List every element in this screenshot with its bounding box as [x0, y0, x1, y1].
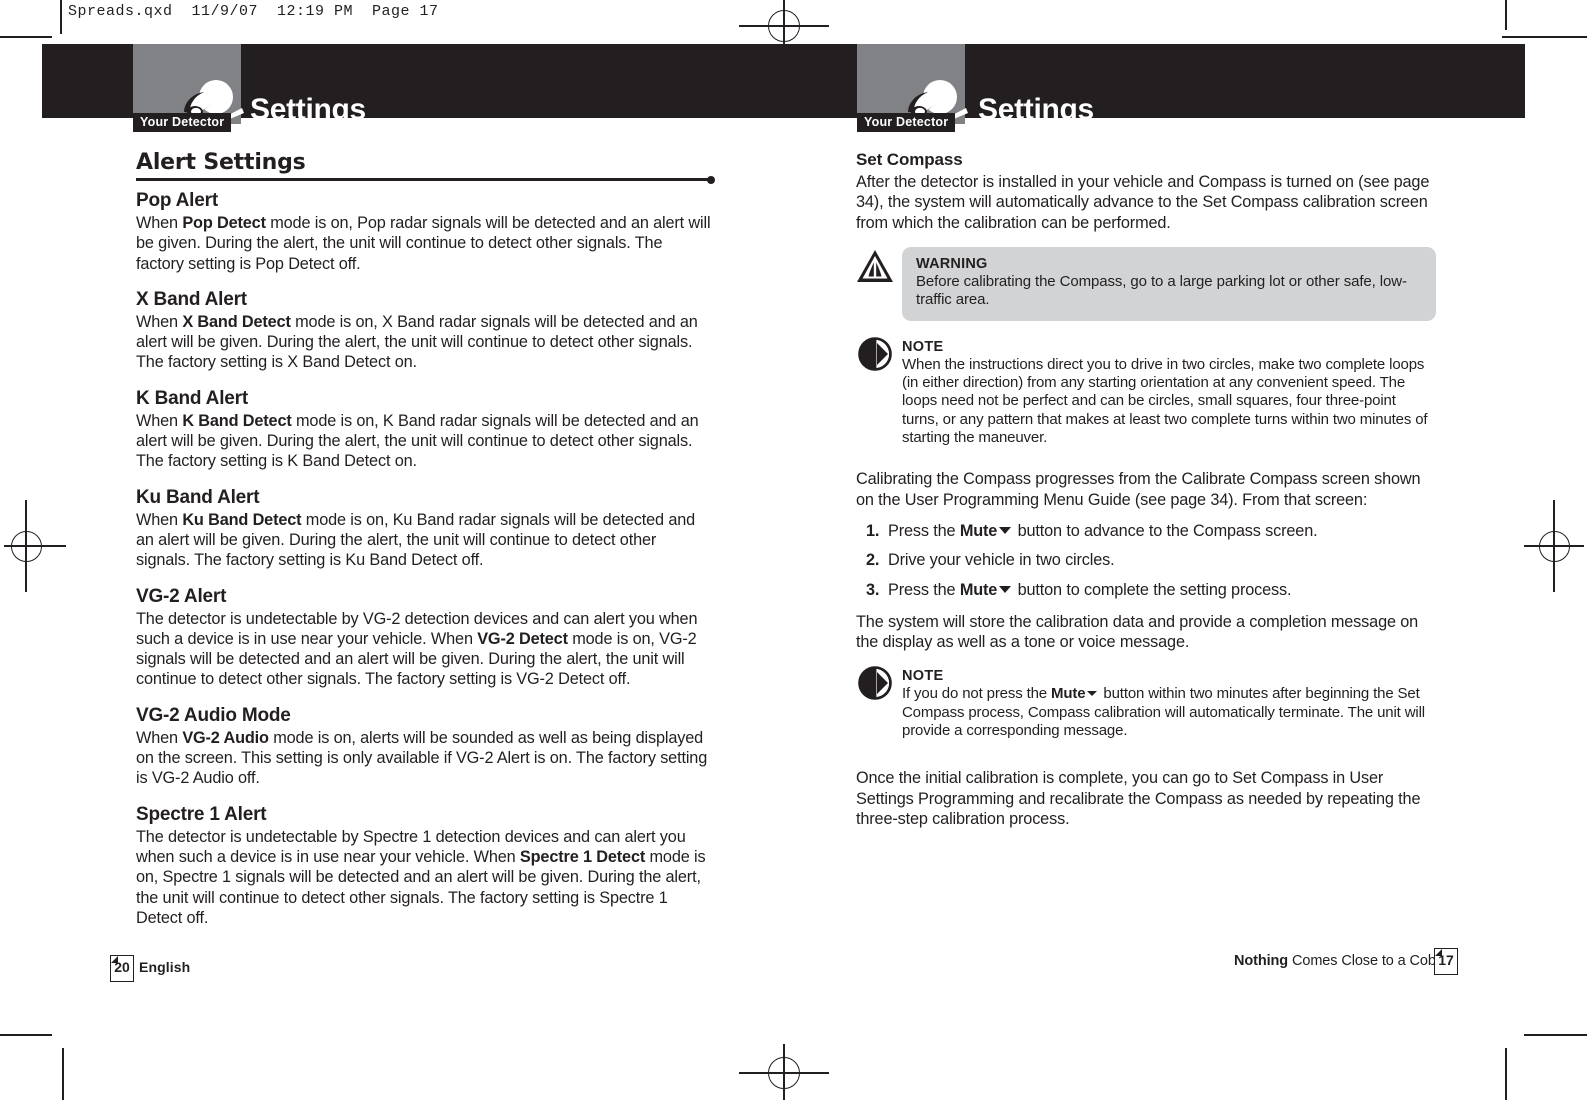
printer-slug-line: Spreads.qxd 11/9/07 12:19 PM Page 17 — [68, 3, 439, 20]
emphasis-text: Mute — [959, 580, 998, 599]
step-number: 2. — [866, 551, 880, 570]
document-spread: Spreads.qxd 11/9/07 12:19 PM Page 17 You… — [0, 0, 1587, 1100]
emphasis-text: Pop Detect — [182, 214, 266, 232]
crop-mark-br-h — [1524, 1034, 1587, 1036]
warning-triangle-icon — [857, 249, 893, 282]
calibrating-intro-paragraph: Calibrating the Compass progresses from … — [856, 470, 1421, 509]
crop-mark-tr-h — [1502, 36, 1587, 38]
left-page-number: 20 — [114, 959, 130, 975]
step-text: Drive your vehicle in two circles. — [888, 551, 1115, 570]
closing-paragraph: Once the initial calibration is complete… — [856, 769, 1421, 828]
step-item: 2. Drive your vehicle in two circles. — [856, 550, 1436, 570]
crop-mark-tl-h — [0, 36, 52, 38]
left-footer-label: English — [139, 959, 191, 975]
registration-mark-right — [1524, 500, 1584, 592]
block-paragraph: When X Band Detect mode is on, X Band ra… — [136, 312, 698, 372]
block-paragraph: The detector is undetectable by VG-2 det… — [136, 609, 698, 689]
right-page-number: 17 — [1438, 952, 1454, 968]
block-heading: K Band Alert — [136, 387, 248, 409]
note-title: NOTE — [902, 338, 944, 355]
step-number: 1. — [866, 521, 880, 540]
block-heading: X Band Alert — [136, 288, 247, 310]
tagline-bold: Nothing — [1234, 953, 1289, 969]
right-heading: Set Compass — [856, 150, 963, 169]
slug-rule — [60, 0, 62, 34]
note-circle-icon — [858, 337, 892, 371]
block-paragraph: When K Band Detect mode is on, K Band ra… — [136, 411, 699, 471]
block-heading: Ku Band Alert — [136, 486, 260, 508]
crop-mark-bl-v — [62, 1048, 64, 1100]
right-intro-paragraph: After the detector is installed in your … — [856, 173, 1430, 232]
emphasis-text: X Band Detect — [182, 312, 291, 331]
block-paragraph: When Pop Detect mode is on, Pop radar si… — [136, 214, 711, 273]
after-steps-paragraph: The system will store the calibration da… — [856, 612, 1419, 652]
step-number: 3. — [866, 580, 880, 599]
emphasis-text: Ku Band Detect — [182, 510, 302, 529]
registration-mark-bottom — [739, 1044, 829, 1100]
caret-down-icon — [999, 526, 1012, 534]
block-paragraph: When Ku Band Detect mode is on, Ku Band … — [136, 510, 696, 570]
note-box-2: NOTE If you do not press the Mute button… — [858, 666, 1436, 740]
emphasis-text: Spectre 1 Detect — [519, 847, 646, 866]
emphasis-text: K Band Detect — [182, 411, 292, 430]
crop-mark-bl-h — [0, 1034, 52, 1036]
warning-title: WARNING — [916, 255, 988, 272]
note-circle-icon — [858, 666, 892, 701]
right-header-tab-label: Your Detector — [857, 113, 956, 132]
emphasis-text: VG-2 Audio — [182, 728, 269, 747]
warning-text: Before calibrating the Compass, go to a … — [916, 272, 1407, 309]
block-paragraph: The detector is undetectable by Spectre … — [136, 827, 706, 927]
note-text: When the instructions direct you to driv… — [902, 355, 1428, 447]
note-title: NOTE — [902, 668, 944, 685]
emphasis-text: VG-2 Detect — [477, 629, 568, 648]
block-heading: Spectre 1 Alert — [136, 803, 267, 825]
alert-blocks: Pop Alert When Pop Detect mode is on, Po… — [136, 190, 714, 928]
step-item: 1. Press the Mute button to advance to t… — [856, 521, 1436, 541]
calibration-steps: 1. Press the Mute button to advance to t… — [856, 521, 1436, 600]
caret-down-icon — [999, 585, 1012, 593]
caret-down-icon — [1087, 691, 1098, 697]
section-rule — [136, 175, 715, 184]
step-text: Press the Mute button to complete the se… — [888, 580, 1292, 599]
block-paragraph: When VG-2 Audio mode is on, alerts will … — [136, 728, 708, 788]
block-heading: VG-2 Alert — [136, 585, 227, 607]
step-text: Press the Mute button to advance to the … — [888, 521, 1318, 540]
left-header-tab-label: Your Detector — [133, 113, 232, 132]
left-page-title: Settings — [250, 93, 366, 126]
registration-mark-left — [4, 500, 66, 592]
crop-mark-br-v — [1505, 1048, 1507, 1100]
crop-mark-tr-v — [1505, 0, 1507, 30]
emphasis-text: Mute — [1051, 685, 1086, 703]
note-text: If you do not press the Mute button with… — [902, 685, 1425, 740]
warning-box: WARNING Before calibrating the Compass, … — [857, 246, 1436, 321]
note-box-1: NOTE When the instructions direct you to… — [858, 337, 1436, 447]
left-page-number-icon: 20 — [110, 955, 134, 982]
right-page-title: Settings — [978, 93, 1094, 126]
cobra-tagline: Nothing Comes Close to a Cobra® — [1234, 952, 1455, 969]
emphasis-text: Mute — [959, 521, 998, 540]
tagline-rest: Comes Close to a Cobra — [1288, 953, 1449, 969]
right-column: Set Compass After the detector is instal… — [856, 150, 1436, 843]
step-item: 3. Press the Mute button to complete the… — [856, 580, 1436, 600]
section-rule-dot — [707, 175, 715, 184]
left-column: Alert Settings Pop Alert When Pop Detect… — [136, 150, 715, 943]
right-page-number-icon: 17 — [1434, 948, 1458, 975]
block-heading: Pop Alert — [136, 190, 218, 211]
section-title: Alert Settings — [136, 150, 306, 175]
block-heading: VG-2 Audio Mode — [136, 704, 291, 726]
